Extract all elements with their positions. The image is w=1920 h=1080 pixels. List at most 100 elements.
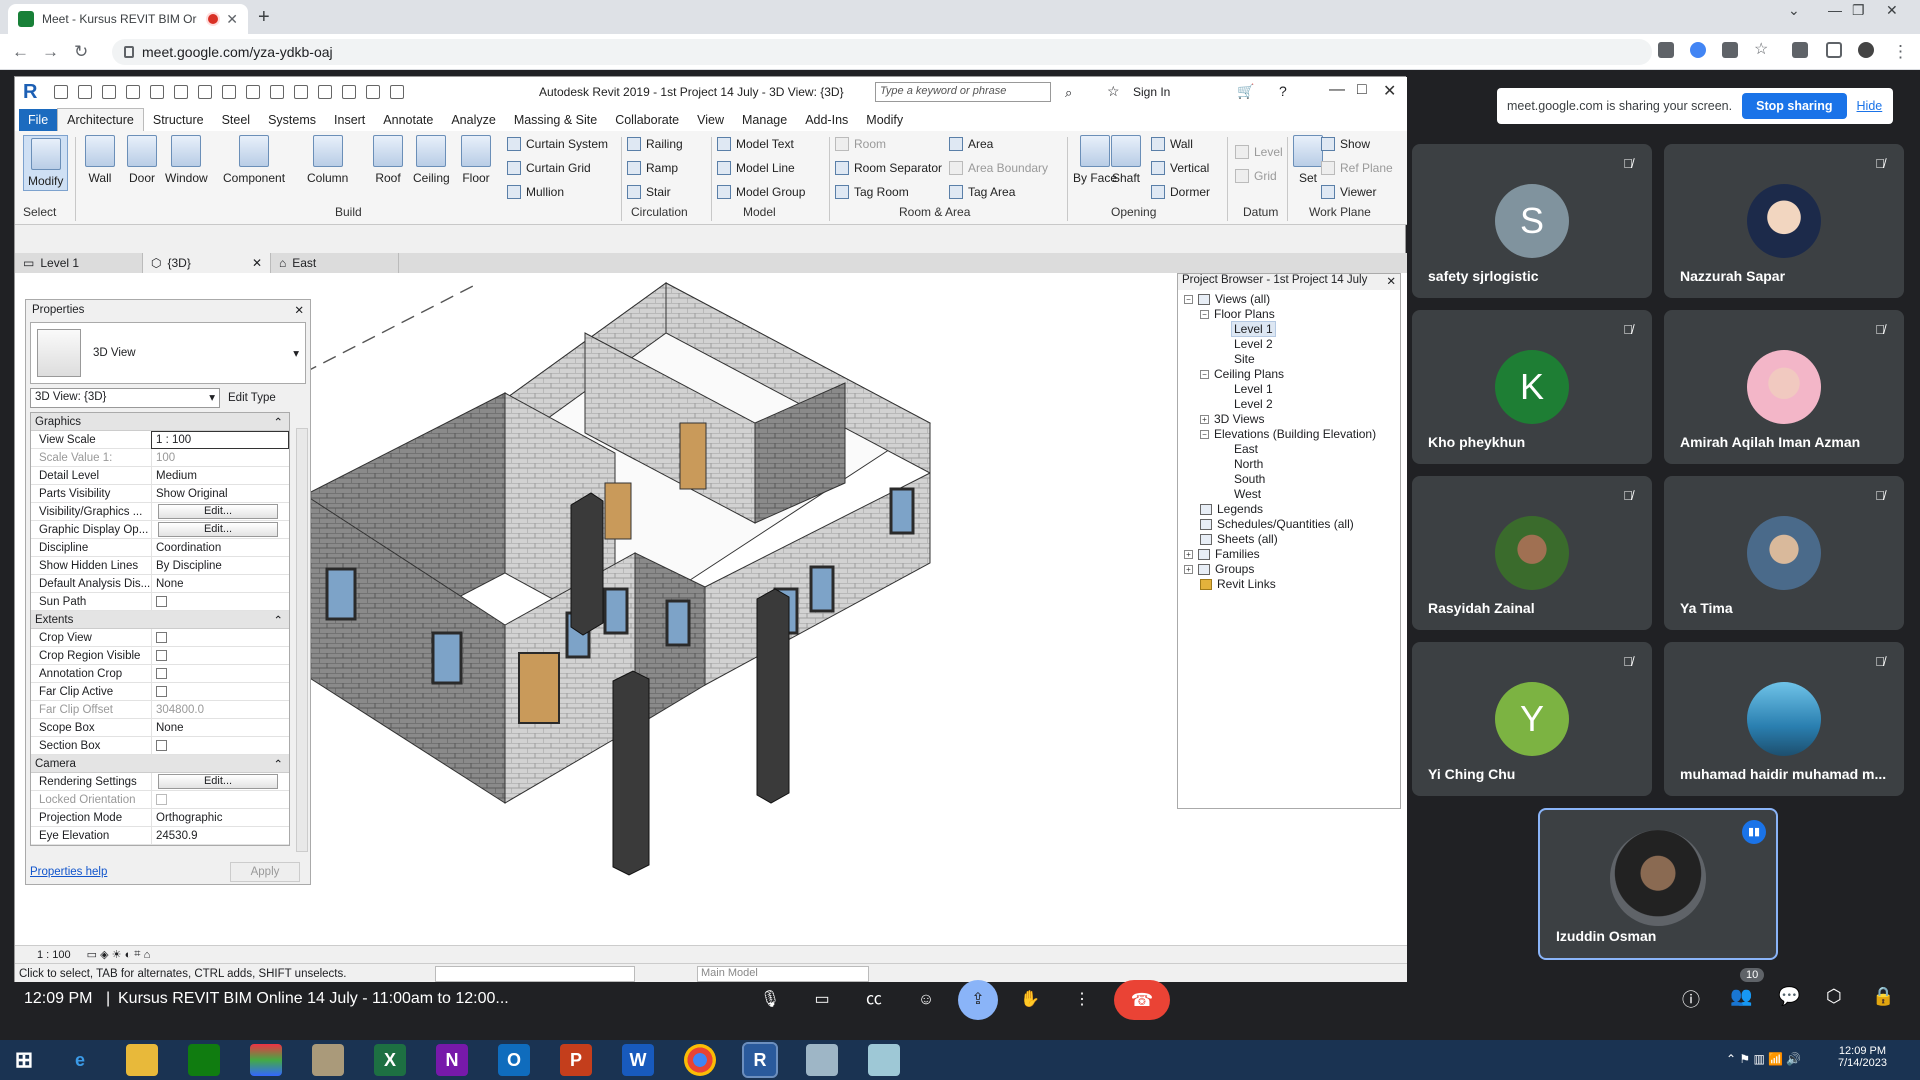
participant-tile[interactable]: 🎙̸ S safety sjrlogistic (1412, 144, 1652, 298)
section-box-checkbox[interactable] (156, 740, 167, 751)
group-extents[interactable]: Extents ⌃ (31, 611, 289, 629)
participant-tile[interactable]: 🎙̸ muhamad haidir muhamad m... (1664, 642, 1904, 796)
extensions-icon[interactable] (1792, 42, 1808, 58)
mullion-button[interactable]: Mullion (507, 185, 564, 199)
collapse-toggle-icon[interactable]: − (1184, 294, 1193, 304)
instance-selector[interactable]: 3D View: {3D} (30, 388, 220, 408)
property-row[interactable]: Section Box (31, 736, 289, 755)
property-row[interactable]: Default Analysis Dis... None (31, 574, 289, 593)
tab-view[interactable]: View (688, 109, 733, 131)
help-icon[interactable]: ? (1279, 83, 1287, 99)
property-value[interactable]: 24530.9 (151, 826, 289, 845)
property-row[interactable]: Rendering Settings Edit... (31, 772, 289, 791)
present-screen-button[interactable]: ⇪ (958, 980, 998, 1020)
tree-revit-links[interactable]: Revit Links (1200, 577, 1276, 591)
tag-room-button[interactable]: Tag Room (835, 185, 909, 199)
raise-hand-icon[interactable]: ✋ (1010, 980, 1050, 1020)
crop-icon[interactable]: ⌗ (134, 948, 140, 961)
tab-annotate[interactable]: Annotate (374, 109, 442, 131)
favorites-star-icon[interactable]: ☆ (1107, 83, 1120, 100)
dimension-icon[interactable] (222, 85, 236, 99)
tree-ceiling-level-2[interactable]: Level 2 (1234, 397, 1273, 411)
tree-sheets[interactable]: Sheets (all) (1200, 532, 1278, 546)
end-call-button[interactable]: ☎ (1114, 980, 1170, 1020)
sync-icon[interactable] (102, 85, 116, 99)
property-value[interactable]: 1 : 100 (151, 430, 289, 449)
camera-off-icon[interactable]: ▭ (802, 980, 842, 1020)
sun-path-icon[interactable]: ☀ (112, 948, 122, 961)
settings-app-icon[interactable] (806, 1044, 838, 1076)
model-line-button[interactable]: Model Line (717, 161, 795, 175)
back-icon[interactable]: ← (12, 42, 29, 62)
tree-elevation-west[interactable]: West (1234, 487, 1261, 501)
component-button[interactable]: Component (223, 135, 285, 185)
property-row[interactable]: Scope Box None (31, 718, 289, 737)
expand-toggle-icon[interactable]: + (1200, 414, 1209, 424)
crop-region-visible-checkbox[interactable] (156, 650, 167, 661)
camera-icon[interactable] (1658, 42, 1674, 58)
print-icon[interactable] (174, 85, 188, 99)
tree-views-all[interactable]: − Views (all) (1184, 292, 1270, 306)
google-icon[interactable] (1690, 42, 1706, 58)
ref-plane-button[interactable]: Ref Plane (1321, 161, 1393, 175)
tag-icon[interactable] (246, 85, 260, 99)
tree-floor-plans[interactable]: − Floor Plans (1200, 307, 1275, 321)
chat-icon[interactable]: 💬 (1778, 986, 1800, 1007)
word-icon[interactable]: W (622, 1044, 654, 1076)
property-row[interactable]: Annotation Crop (31, 664, 289, 683)
new-tab-button[interactable]: + (258, 6, 270, 29)
participant-tile-active-speaker[interactable]: ▮▮ Izuddin Osman (1538, 808, 1778, 960)
minimize-button[interactable]: — (1828, 2, 1842, 18)
3d-view-icon[interactable] (294, 85, 308, 99)
modify-button[interactable]: Modify (23, 135, 69, 191)
workset-selector[interactable] (435, 966, 635, 982)
property-value[interactable]: Medium (151, 466, 289, 485)
property-row[interactable]: Parts Visibility Show Original (31, 484, 289, 503)
tab-manage[interactable]: Manage (733, 109, 796, 131)
tab-file[interactable]: File (19, 109, 58, 131)
property-row[interactable]: Eye Elevation 24530.9 (31, 826, 289, 845)
save-icon[interactable] (78, 85, 92, 99)
area-boundary-button[interactable]: Area Boundary (949, 161, 1048, 175)
file-explorer-icon[interactable] (126, 1044, 158, 1076)
store-icon[interactable] (188, 1044, 220, 1076)
stop-sharing-button[interactable]: Stop sharing (1742, 93, 1847, 119)
edit-graphic-display-button[interactable]: Edit... (158, 522, 278, 537)
people-icon[interactable]: 👥 (1730, 986, 1752, 1007)
expand-toggle-icon[interactable]: + (1184, 549, 1193, 559)
property-value[interactable]: None (151, 718, 289, 737)
property-value[interactable]: Show Original (151, 484, 289, 503)
properties-scrollbar[interactable] (296, 428, 308, 852)
browser-tab[interactable]: Meet - Kursus REVIT BIM Or ✕ (8, 4, 248, 34)
tree-legends[interactable]: Legends (1200, 502, 1263, 516)
participant-tile[interactable]: 🎙̸ Y Yi Ching Chu (1412, 642, 1652, 796)
activities-icon[interactable]: ⬡ (1826, 986, 1842, 1007)
outlook-icon[interactable]: O (498, 1044, 530, 1076)
undo-icon[interactable] (126, 85, 140, 99)
tab-massing-site[interactable]: Massing & Site (505, 109, 606, 131)
railing-button[interactable]: Railing (627, 137, 683, 151)
crop-view-checkbox[interactable] (156, 632, 167, 643)
level-button[interactable]: Level (1235, 145, 1283, 159)
group-select[interactable]: Select (23, 205, 56, 219)
grid-button[interactable]: Grid (1235, 169, 1277, 183)
group-camera[interactable]: Camera ⌃ (31, 755, 289, 773)
notepad-icon[interactable] (312, 1044, 344, 1076)
floor-button[interactable]: Floor (461, 135, 491, 185)
text-icon[interactable] (270, 85, 284, 99)
group-graphics[interactable]: Graphics ⌃ (31, 413, 289, 431)
open-icon[interactable] (54, 85, 68, 99)
ramp-button[interactable]: Ramp (627, 161, 678, 175)
model-text-button[interactable]: Model Text (717, 137, 794, 151)
cart-icon[interactable]: 🛒 (1237, 83, 1254, 100)
properties-help-link[interactable]: Properties help (30, 866, 107, 878)
participant-tile[interactable]: 🎙̸ Nazzurah Sapar (1664, 144, 1904, 298)
property-row[interactable]: Sun Path (31, 592, 289, 611)
detail-level-icon[interactable]: ▭ (87, 948, 97, 961)
visual-style-icon[interactable]: ◈ (100, 948, 108, 961)
annotation-crop-checkbox[interactable] (156, 668, 167, 679)
share-icon[interactable] (1722, 42, 1738, 58)
far-clip-active-checkbox[interactable] (156, 686, 167, 697)
shadows-icon[interactable]: ◐ (125, 949, 132, 961)
revit-close-button[interactable]: ✕ (1383, 81, 1396, 101)
